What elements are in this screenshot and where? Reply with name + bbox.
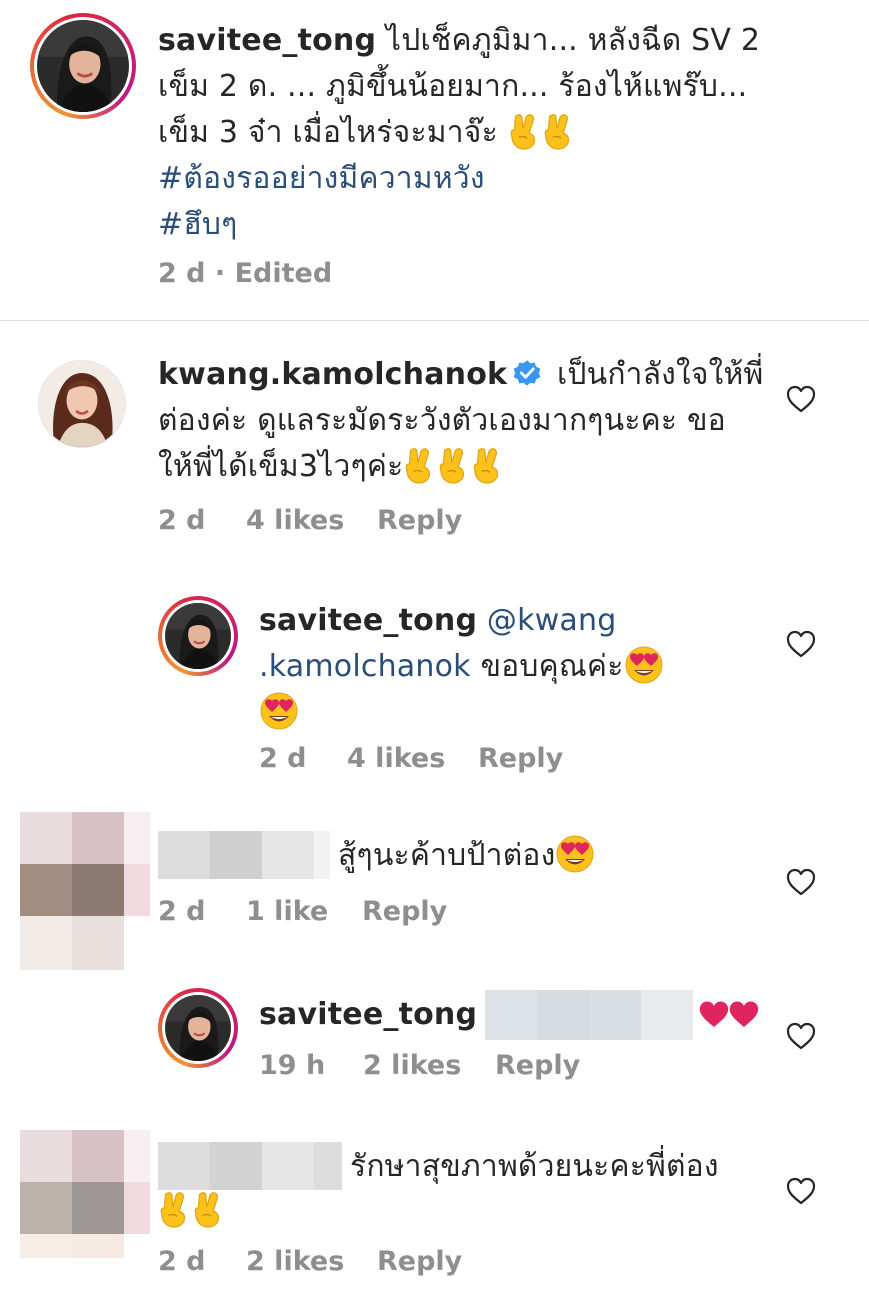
avatar[interactable] [158,596,238,676]
timestamp: 2 d [158,258,206,289]
comment: สู้ๆนะค้าบป้าต่อง [338,833,758,880]
likes-count[interactable]: 4 likes [246,505,377,536]
reply-button[interactable]: Reply [362,896,447,927]
verified-badge-icon [513,359,541,387]
reply-button[interactable]: Reply [495,1050,580,1081]
pixelated-avatar[interactable] [20,812,150,970]
avatar[interactable] [158,988,238,1068]
pixelated-avatar[interactable] [20,1130,150,1258]
likes-count[interactable]: 2 likes [363,1050,495,1081]
heart-outline-icon[interactable] [786,1022,816,1050]
heart-eyes-emoji [555,834,595,874]
caption-divider [0,320,869,321]
edited-label: Edited [234,258,333,289]
username-link[interactable]: savitee_tong [259,992,477,1038]
timestamp: 2 d [158,505,206,536]
comment-meta: 2 d 1 like Reply [158,896,447,927]
pixelated-username[interactable] [158,831,330,879]
heart-outline-icon[interactable] [786,868,816,896]
mention-link[interactable]: .kamolchanok [259,649,471,684]
likes-count[interactable]: 2 likes [246,1246,377,1277]
hashtag-link[interactable]: #ต้องรออย่างมีความหวัง [158,161,485,196]
pixelated-username[interactable] [158,1142,342,1190]
comment-emojis [158,1188,358,1234]
heart-eyes-emoji [624,645,664,685]
victory-hand-emoji [192,1190,226,1228]
heart-outline-icon[interactable] [786,630,816,658]
comment: kwang.kamolchanok เป็นกำลังใจให้พี่ ต่อง… [158,352,768,490]
comment-meta: 2 d · Edited [158,258,332,289]
likes-count[interactable]: 4 likes [347,743,478,774]
victory-hand-emoji [158,1190,192,1228]
victory-hand-emoji [471,446,505,484]
comment-text: ไปเช็คภูมิมา... หลังฉีด SV 2 [385,23,761,58]
likes-count[interactable]: 1 like [246,896,362,927]
avatar[interactable] [30,13,136,119]
red-heart-emoji [729,997,759,1033]
pixelated-mention[interactable] [485,990,694,1040]
comment-text: เข็ม 2 ด. ... ภูมิขึ้นน้อยมาก... ร้องไห้… [158,69,748,104]
comment-text: ให้พี่ได้เข็ม3ไวๆค่ะ [158,449,404,484]
comment-text: เป็นกำลังใจให้พี่ [556,357,764,392]
comment: รักษาสุขภาพด้วยนะคะพี่ต่อง [350,1144,780,1190]
comment-meta: 2 d 4 likes Reply [259,743,563,774]
reply-comment: savitee_tong @kwang .kamolchanok ขอบคุณค… [259,598,759,737]
meta-separator: · [205,258,235,289]
heart-outline-icon[interactable] [786,385,816,413]
victory-hand-emoji [508,112,542,150]
timestamp: 19 h [259,1050,326,1081]
comment-text: รักษาสุขภาพด้วยนะคะพี่ต่อง [350,1149,719,1184]
timestamp: 2 d [259,743,307,774]
reply-comment: savitee_tong [259,990,759,1040]
reply-button[interactable]: Reply [377,1246,462,1277]
victory-hand-emoji [437,446,471,484]
username-link[interactable]: savitee_tong [259,603,477,638]
username-link[interactable]: kwang.kamolchanok [158,357,507,392]
reply-button[interactable]: Reply [377,505,462,536]
comment-meta: 2 d 2 likes Reply [158,1246,462,1277]
timestamp: 2 d [158,896,206,927]
heart-eyes-emoji [259,691,299,731]
reply-button[interactable]: Reply [478,743,563,774]
username-link[interactable]: savitee_tong [158,23,376,58]
victory-hand-emoji [542,112,576,150]
comment-text: สู้ๆนะค้าบป้าต่อง [338,838,556,873]
comment-meta: 2 d 4 likes Reply [158,505,462,536]
comment-text: ขอบคุณค่ะ [480,649,624,684]
hashtag-link[interactable]: #ฮึบๆ [158,207,237,242]
heart-outline-icon[interactable] [786,1177,816,1205]
red-heart-emoji [699,997,729,1033]
comment-text: ต่องค่ะ ดูแลระมัดระวังตัวเองมากๆนะคะ ขอ [158,403,726,438]
comment-meta: 19 h 2 likes Reply [259,1050,580,1081]
caption-comment: savitee_tong ไปเช็คภูมิมา... หลังฉีด SV … [158,18,838,248]
avatar[interactable] [38,360,126,448]
timestamp: 2 d [158,1246,206,1277]
victory-hand-emoji [403,446,437,484]
mention-link[interactable]: @kwang [487,603,617,638]
comment-text: เข็ม 3 จ๋า เมื่อไหร่จะมาจ๊ะ [158,115,498,150]
